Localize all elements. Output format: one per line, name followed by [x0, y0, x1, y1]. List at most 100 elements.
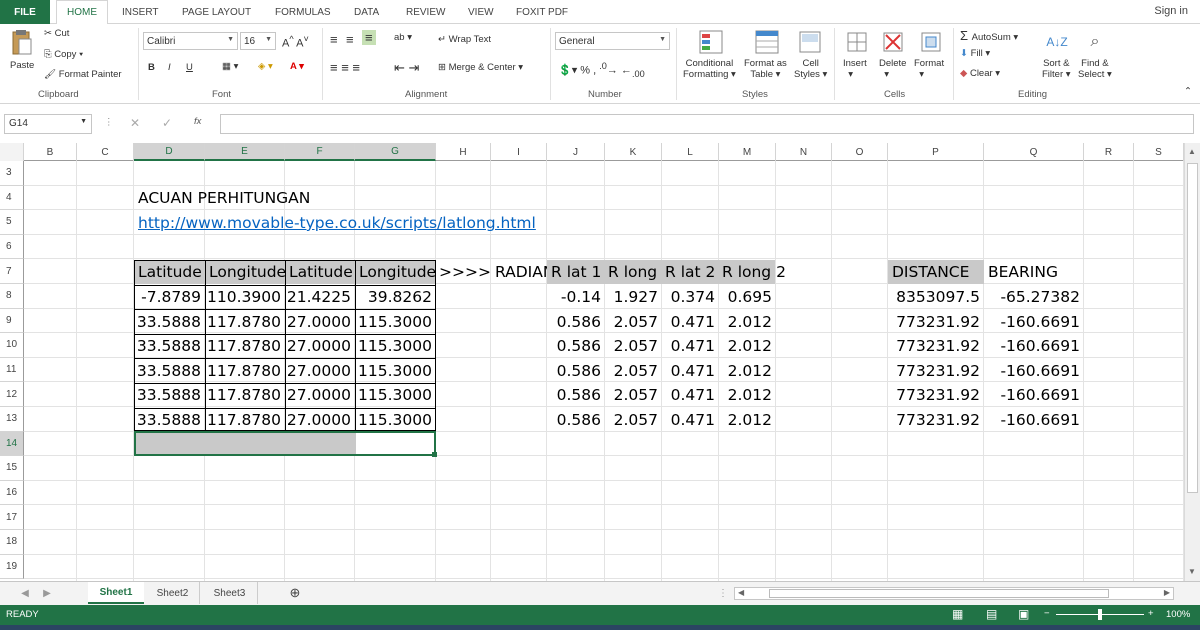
format-as-table-icon[interactable] [752, 28, 782, 56]
autosum-button[interactable]: Σ AutoSum ▾ [960, 28, 1018, 43]
cell-lon1[interactable]: 117.8780 [205, 408, 285, 432]
fill-color-icon[interactable]: ◈ ▾ [258, 61, 273, 72]
scroll-left-icon[interactable]: ◀ [738, 588, 744, 597]
merge-center-button[interactable]: ⊞ Merge & Center ▾ [438, 62, 523, 73]
cell-styles-icon[interactable] [796, 28, 824, 56]
align-top-icon[interactable]: ≡ [330, 32, 338, 47]
align-left-icon[interactable]: ≡ ≡ ≡ [330, 60, 360, 75]
find-select-button[interactable]: Find & Select ▾ [1078, 58, 1112, 80]
row-header[interactable]: 8 [0, 284, 24, 309]
tab-formulas[interactable]: FORMULAS [275, 0, 331, 24]
number-format-select[interactable]: General ▼ [555, 32, 670, 50]
header-longitude-2[interactable]: Longitude [356, 260, 436, 284]
select-all-corner[interactable] [0, 143, 24, 161]
cell-lat2[interactable]: 27.0000 [285, 310, 355, 334]
row-header[interactable]: 14 [0, 431, 24, 457]
zoom-level[interactable]: 100% [1166, 609, 1190, 620]
binoculars-icon[interactable]: ⌕ [1082, 28, 1108, 56]
scroll-right-icon[interactable]: ▶ [1164, 588, 1170, 597]
column-header[interactable]: B [24, 143, 77, 161]
cell-lat1[interactable]: 33.5888 [134, 310, 205, 334]
prev-sheet-icon[interactable]: ◀ [18, 582, 32, 604]
cell-lon2[interactable]: 115.3000 [355, 359, 436, 383]
cell-rlon1[interactable]: 2.057 [605, 334, 662, 358]
underline-button[interactable]: U [186, 62, 193, 73]
cell-lat1[interactable]: 33.5888 [134, 359, 205, 383]
header-longitude-1[interactable]: Longitude [206, 260, 286, 284]
cell-rlat2[interactable]: 0.471 [662, 383, 719, 407]
cell-rlat2[interactable]: 0.471 [662, 334, 719, 358]
column-header[interactable]: K [605, 143, 662, 161]
row-header[interactable]: 6 [0, 234, 24, 260]
paste-icon[interactable] [8, 28, 34, 58]
cell-rlat2[interactable]: 0.471 [662, 310, 719, 334]
orientation-icon[interactable]: ab ▾ [394, 32, 412, 43]
cell-lon2[interactable]: 115.3000 [355, 310, 436, 334]
normal-view-icon[interactable]: ▦ [952, 607, 963, 621]
sheet-tab-1[interactable]: Sheet1 [88, 582, 144, 604]
row-header[interactable]: 17 [0, 505, 24, 530]
cell-lon2[interactable]: 115.3000 [355, 408, 436, 432]
cell-rlat1[interactable]: 0.586 [547, 408, 605, 432]
cell-lon1[interactable]: 117.8780 [205, 383, 285, 407]
row-header[interactable]: 9 [0, 308, 24, 334]
row-header[interactable]: 12 [0, 382, 24, 407]
row-header[interactable]: 19 [0, 554, 24, 580]
cell-lat2[interactable]: 27.0000 [285, 383, 355, 407]
row-header[interactable]: 7 [0, 259, 24, 284]
page-break-view-icon[interactable]: ▣ [1018, 607, 1029, 621]
column-header[interactable]: E [205, 143, 285, 161]
cell-rlon1[interactable]: 2.057 [605, 359, 662, 383]
font-color-icon[interactable]: A ▾ [290, 61, 304, 72]
cell-lat1[interactable]: 33.5888 [134, 408, 205, 432]
cell-dist[interactable]: 773231.92 [888, 310, 984, 334]
column-header[interactable]: H [436, 143, 491, 161]
header-rlong2[interactable]: R long 2 [719, 260, 789, 284]
reference-link[interactable]: http://www.movable-type.co.uk/scripts/la… [135, 211, 555, 235]
insert-function-button[interactable]: fx [194, 116, 201, 127]
header-latitude-2[interactable]: Latitude [286, 260, 356, 284]
cell-rlon2[interactable]: 0.695 [719, 285, 776, 309]
tab-insert[interactable]: INSERT [122, 0, 159, 24]
tab-view[interactable]: VIEW [468, 0, 494, 24]
column-header[interactable]: R [1084, 143, 1134, 161]
sort-filter-icon[interactable]: A↓Z [1044, 28, 1070, 56]
hscroll-thumb[interactable] [769, 589, 1109, 598]
cell-rlat1[interactable]: 0.586 [547, 359, 605, 383]
cell-dist[interactable]: 773231.92 [888, 408, 984, 432]
cell-rlon2[interactable]: 2.012 [719, 408, 776, 432]
paste-button[interactable]: Paste [10, 60, 34, 71]
cell-rlon2[interactable]: 2.012 [719, 359, 776, 383]
cell-styles-button[interactable]: Cell Styles ▾ [794, 58, 827, 80]
delete-button[interactable]: Delete ▾ [879, 58, 906, 80]
cell-rlon1[interactable]: 1.927 [605, 285, 662, 309]
clear-button[interactable]: ◆ Clear ▾ [960, 68, 1000, 79]
column-header[interactable]: D [134, 143, 205, 161]
header-rlong1[interactable]: R long 1 [605, 260, 662, 284]
enter-icon[interactable]: ✓ [162, 116, 172, 130]
header-rlat1[interactable]: R lat 1 [548, 260, 606, 284]
column-header[interactable]: I [491, 143, 547, 161]
sign-in-link[interactable]: Sign in [1154, 0, 1188, 22]
name-box[interactable]: G14 ▼ [4, 114, 92, 134]
scroll-thumb[interactable] [1187, 163, 1198, 493]
cell-rlat1[interactable]: 0.586 [547, 383, 605, 407]
column-header[interactable]: S [1134, 143, 1184, 161]
format-painter-button[interactable]: 🖌 Format Painter [44, 69, 122, 80]
vertical-scrollbar[interactable]: ▲ ▼ [1184, 143, 1200, 581]
column-header[interactable]: J [547, 143, 605, 161]
sheet-tab-2[interactable]: Sheet2 [146, 582, 200, 604]
column-header[interactable]: C [77, 143, 134, 161]
cell-dist[interactable]: 773231.92 [888, 383, 984, 407]
insert-cells-icon[interactable] [844, 28, 870, 56]
page-layout-view-icon[interactable]: ▤ [986, 607, 997, 621]
cell-lat1[interactable]: -7.8789 [134, 285, 205, 309]
borders-icon[interactable]: ▦ ▾ [222, 61, 238, 72]
row-header[interactable]: 11 [0, 357, 24, 383]
cell-lon2[interactable]: 115.3000 [355, 383, 436, 407]
cell-rlat2[interactable]: 0.374 [662, 285, 719, 309]
row-header[interactable]: 10 [0, 333, 24, 358]
font-name-select[interactable]: Calibri ▼ [143, 32, 238, 50]
row-header[interactable]: 4 [0, 185, 24, 211]
column-header[interactable]: L [662, 143, 719, 161]
